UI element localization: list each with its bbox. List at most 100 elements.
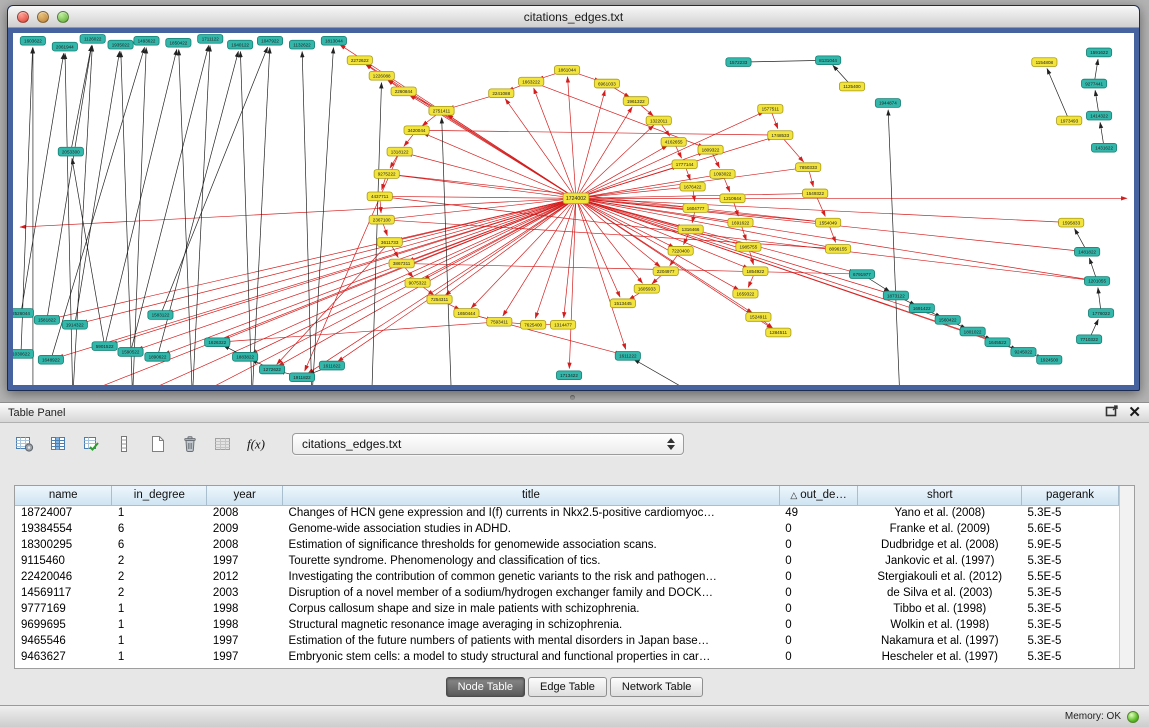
table-options-icon[interactable]	[12, 432, 38, 456]
tab-edge-table[interactable]: Edge Table	[528, 677, 607, 697]
table-cell[interactable]: 1	[112, 633, 207, 649]
graph-node[interactable]: 1226088	[369, 71, 394, 80]
table-cell[interactable]: Investigating the contribution of common…	[283, 569, 780, 585]
graph-node[interactable]: 1314477	[550, 320, 575, 329]
column-header-in_degree[interactable]: in_degree	[112, 486, 207, 505]
graph-node[interactable]: 8096155	[826, 244, 851, 253]
graph-node[interactable]: 1691622	[728, 218, 753, 227]
graph-node[interactable]: 1713422	[556, 371, 581, 380]
table-cell[interactable]: 5.9E-5	[1022, 537, 1119, 553]
table-row[interactable]: 1456911722003Disruption of a novel membe…	[15, 585, 1119, 601]
table-cell[interactable]: 49	[779, 505, 858, 521]
table-row[interactable]: 977716911998Corpus callosum shape and si…	[15, 601, 1119, 617]
table-cell[interactable]: 5.3E-5	[1022, 553, 1119, 569]
column-header-short[interactable]: short	[858, 486, 1022, 505]
graph-node[interactable]: 1581822	[34, 315, 59, 324]
table-cell[interactable]: Genome-wide association studies in ADHD.	[283, 521, 780, 537]
window-titlebar[interactable]: citations_edges.txt	[8, 6, 1139, 28]
tab-node-table[interactable]: Node Table	[446, 677, 525, 697]
table-cell[interactable]: 1	[112, 505, 207, 521]
table-cell[interactable]: Nakamura et al. (1997)	[858, 633, 1022, 649]
graph-node[interactable]: 1850422	[166, 38, 191, 47]
table-cell[interactable]: Structural magnetic resonance image aver…	[283, 617, 780, 633]
graph-node[interactable]: 1126022	[80, 34, 105, 43]
delete-table-icon[interactable]	[177, 432, 203, 456]
table-row[interactable]: 969969511998Structural magnetic resonanc…	[15, 617, 1119, 633]
table-cell[interactable]: 6	[112, 537, 207, 553]
edit-columns-icon[interactable]	[78, 432, 104, 456]
graph-node[interactable]: 2526044	[13, 309, 34, 318]
table-cell[interactable]: 5.3E-5	[1022, 505, 1119, 521]
table-cell[interactable]: 5.5E-5	[1022, 569, 1119, 585]
graph-node[interactable]: 1030622	[13, 350, 34, 359]
table-cell[interactable]: 5.3E-5	[1022, 601, 1119, 617]
table-cell[interactable]: 2003	[207, 585, 283, 601]
table-cell[interactable]: 1	[112, 649, 207, 665]
graph-node[interactable]: 1854922	[743, 267, 768, 276]
table-cell[interactable]: 0	[779, 585, 858, 601]
graph-node[interactable]: 1431622	[1091, 143, 1116, 152]
graph-node[interactable]: 7850333	[796, 163, 821, 172]
table-cell[interactable]: Embryonic stem cells: a model to study s…	[283, 649, 780, 665]
table-cell[interactable]: Disruption of a novel member of a sodium…	[283, 585, 780, 601]
graph-node[interactable]: 2260844	[391, 87, 416, 96]
network-view[interactable]: 1724002186104469610331961322132201141626…	[13, 33, 1134, 385]
graph-node[interactable]: 1645522	[985, 338, 1010, 347]
graph-node[interactable]: 1691422	[909, 304, 934, 313]
table-row[interactable]: 1872400712008Changes of HCN gene express…	[15, 505, 1119, 521]
table-cell[interactable]: 0	[779, 617, 858, 633]
table-selector-dropdown[interactable]: citations_edges.txt	[292, 433, 684, 455]
table-cell[interactable]: Estimation of significance thresholds fo…	[283, 537, 780, 553]
table-cell[interactable]: 2	[112, 585, 207, 601]
graph-node[interactable]: 1776022	[1088, 309, 1113, 318]
graph-node[interactable]: 1961322	[623, 97, 648, 106]
graph-node[interactable]: 1513445	[610, 299, 635, 308]
graph-node[interactable]: 1911822	[289, 373, 314, 382]
graph-node[interactable]: 1560422	[935, 315, 960, 324]
graph-node[interactable]: 1724002	[563, 193, 589, 204]
graph-node[interactable]: 2241088	[489, 89, 514, 98]
table-cell[interactable]: 5.3E-5	[1022, 585, 1119, 601]
table-cell[interactable]: 9115460	[15, 553, 112, 569]
graph-node[interactable]: 1595833	[1059, 218, 1084, 227]
table-cell[interactable]: 5.3E-5	[1022, 617, 1119, 633]
graph-node[interactable]: 1154808	[1032, 58, 1057, 67]
table-cell[interactable]: 2	[112, 569, 207, 585]
graph-node[interactable]: 4437711	[367, 192, 392, 201]
table-cell[interactable]: 9465546	[15, 633, 112, 649]
graph-node[interactable]: 1322011	[646, 116, 671, 125]
table-cell[interactable]: 19384554	[15, 521, 112, 537]
table-cell[interactable]: 1997	[207, 553, 283, 569]
table-cell[interactable]: Jankovic et al. (1997)	[858, 553, 1022, 569]
graph-node[interactable]: 2061944	[52, 42, 77, 51]
table-cell[interactable]: 2008	[207, 537, 283, 553]
graph-node[interactable]: 1272622	[259, 365, 284, 374]
graph-node[interactable]: 1663222	[519, 77, 544, 86]
table-cell[interactable]: 2012	[207, 569, 283, 585]
graph-node[interactable]: 1659322	[733, 289, 758, 298]
graph-node[interactable]: 2204977	[653, 267, 678, 276]
close-panel-icon[interactable]: ✕	[1128, 407, 1141, 419]
graph-node[interactable]: 1809322	[698, 145, 723, 154]
graph-node[interactable]: 7254311	[427, 295, 452, 304]
graph-node[interactable]: 1611822	[319, 361, 344, 370]
graph-node[interactable]: 1611222	[615, 351, 640, 360]
graph-node[interactable]: 9277441	[1081, 79, 1106, 88]
panel-splitter[interactable]	[0, 392, 1149, 402]
graph-node[interactable]: 1711122	[198, 34, 223, 43]
table-cell[interactable]: Tourette syndrome. Phenomenology and cla…	[283, 553, 780, 569]
graph-node[interactable]: 1890622	[145, 352, 170, 361]
network-graph[interactable]: 1724002186104469610331961322132201141626…	[13, 33, 1134, 385]
column-header-title[interactable]: title	[283, 486, 780, 505]
graph-node[interactable]: 1493622	[134, 36, 159, 45]
table-cell[interactable]: Dudbridge et al. (2008)	[858, 537, 1022, 553]
graph-node[interactable]: 1414322	[1086, 111, 1111, 120]
table-row[interactable]: 946554611997Estimation of the future num…	[15, 633, 1119, 649]
graph-node[interactable]: 1914322	[62, 320, 87, 329]
table-row[interactable]: 1830029562008Estimation of significance …	[15, 537, 1119, 553]
table-row[interactable]: 1938455462009Genome-wide association stu…	[15, 521, 1119, 537]
graph-node[interactable]: 1985755	[736, 243, 761, 252]
graph-node[interactable]: 9245022	[1011, 348, 1036, 357]
table-cell[interactable]: Franke et al. (2009)	[858, 521, 1022, 537]
table-cell[interactable]: 5.3E-5	[1022, 649, 1119, 665]
